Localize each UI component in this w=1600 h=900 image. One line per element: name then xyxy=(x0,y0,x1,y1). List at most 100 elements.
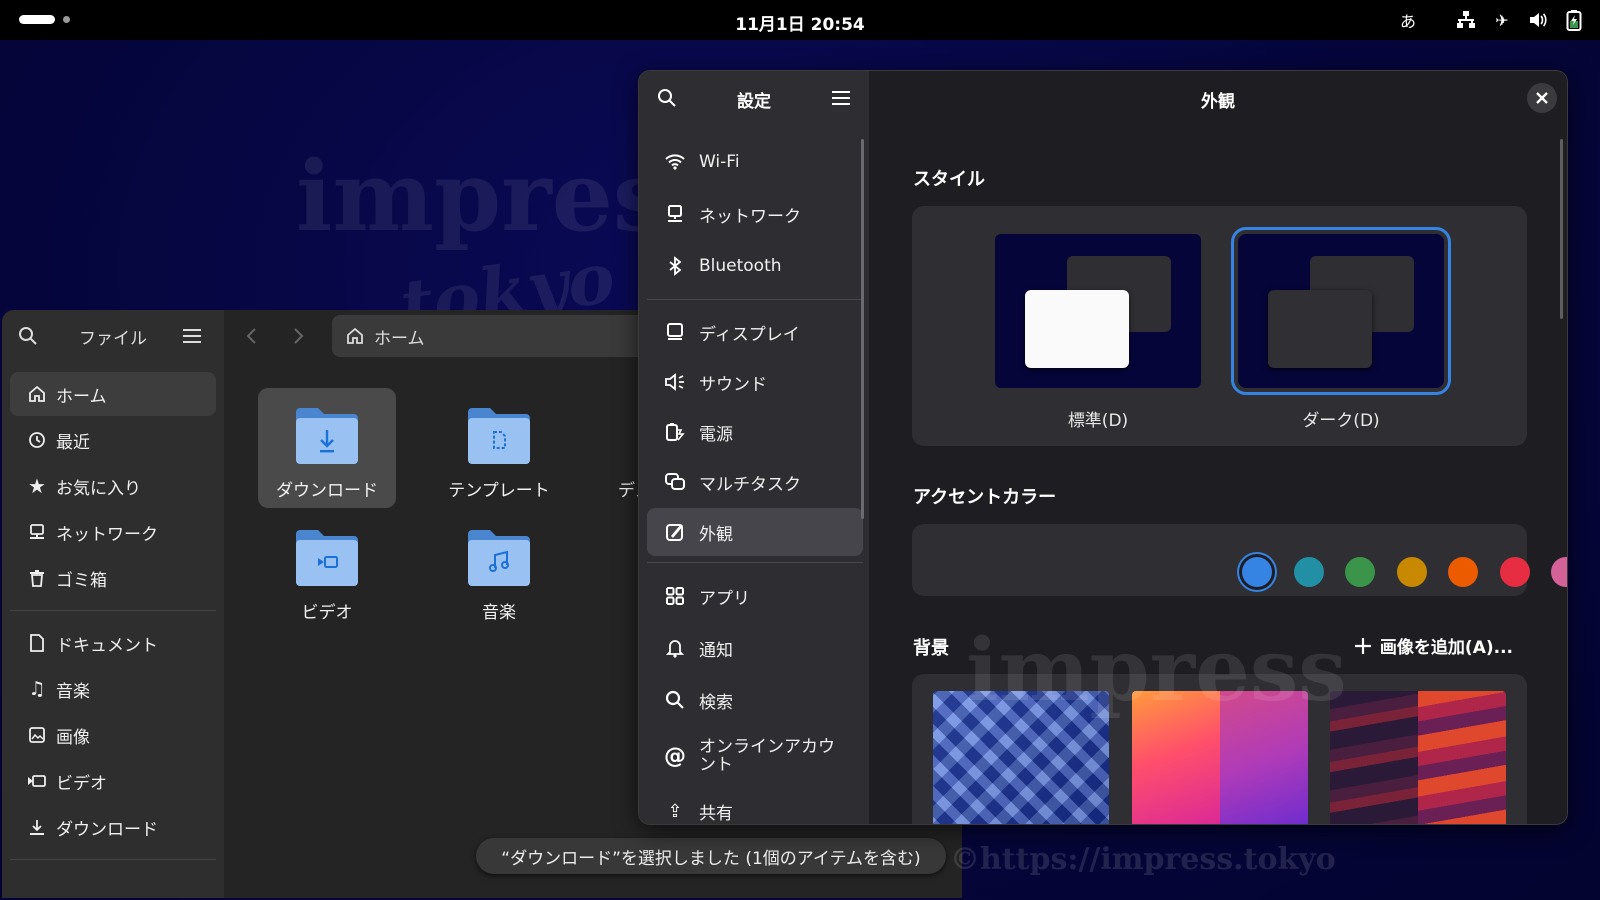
apps-icon xyxy=(663,584,687,608)
folder-label: ビデオ xyxy=(301,603,353,623)
settings-nav-sharing[interactable]: ⇪ 共有 xyxy=(647,787,863,824)
settings-nav-wifi[interactable]: Wi-Fi xyxy=(647,137,863,187)
multitask-icon xyxy=(663,470,687,494)
files-menu-button[interactable] xyxy=(178,322,206,350)
settings-nav-online-accounts[interactable]: @ オンラインアカウント xyxy=(647,727,863,785)
hamburger-menu-icon xyxy=(183,329,201,343)
files-sidebar-item-music[interactable]: ♫ 音楽 xyxy=(10,667,216,711)
folder-templates[interactable]: テンプレート xyxy=(430,388,568,508)
video-icon xyxy=(26,770,48,792)
settings-nav-sound[interactable]: サウンド xyxy=(647,358,863,406)
folder-music[interactable]: 音楽 xyxy=(430,514,568,634)
sound-icon xyxy=(663,370,687,394)
settings-nav-display[interactable]: ディスプレイ xyxy=(647,308,863,356)
volume-icon xyxy=(1526,8,1550,32)
nav-item-label: 電源 xyxy=(699,424,733,445)
settings-nav-search[interactable]: 検索 xyxy=(647,675,863,725)
nav-item-label: アプリ xyxy=(699,588,750,609)
path-bar-label: ホーム xyxy=(374,328,425,349)
document-icon xyxy=(26,632,48,654)
sidebar-scrollbar[interactable] xyxy=(861,139,864,519)
settings-sidebar: 設定 Wi-Fi ネットワーク Bluetooth ディスプレイ サウンド 電源… xyxy=(639,71,869,824)
input-method-indicator[interactable]: あ xyxy=(1396,8,1420,32)
wired-network-icon xyxy=(1454,8,1478,32)
sidebar-item-label: ダウンロード xyxy=(56,819,158,840)
template-folder-icon xyxy=(466,402,532,468)
sidebar-item-label: ビデオ xyxy=(56,773,107,794)
files-sidebar-item-starred[interactable]: ★ お気に入り xyxy=(10,464,216,508)
wallpaper-waves[interactable] xyxy=(1330,691,1506,824)
folder-label: テンプレート xyxy=(448,481,550,501)
accent-color-swatch[interactable] xyxy=(1345,557,1375,587)
settings-nav-power[interactable]: 電源 xyxy=(647,408,863,456)
accent-heading: アクセントカラー xyxy=(913,487,1057,508)
settings-nav-appearance[interactable]: 外観 xyxy=(647,508,863,556)
style-option-default[interactable] xyxy=(995,234,1201,388)
nav-item-label: サウンド xyxy=(699,374,767,395)
system-tray[interactable]: あ ✈ xyxy=(1396,8,1586,32)
accent-color-swatch[interactable] xyxy=(1499,557,1530,587)
airplane-mode-icon: ✈ xyxy=(1495,10,1509,30)
workspace-indicator-active[interactable] xyxy=(19,15,55,24)
files-sidebar-item-documents[interactable]: ドキュメント xyxy=(10,621,216,665)
sidebar-item-label: 音楽 xyxy=(56,681,90,702)
folder-downloads[interactable]: ダウンロード xyxy=(258,388,396,508)
add-image-button[interactable]: 画像を追加(A)... xyxy=(1354,633,1513,658)
nav-divider xyxy=(647,299,863,300)
add-image-label: 画像を追加(A)... xyxy=(1379,638,1513,658)
accent-color-swatch[interactable] xyxy=(1396,557,1427,587)
watermark-url: ©https://impress.tokyo xyxy=(950,842,1336,877)
preview-front-window xyxy=(1268,290,1372,368)
accent-color-swatch[interactable] xyxy=(1293,557,1324,587)
files-sidebar-item-network[interactable]: ネットワーク xyxy=(10,510,216,554)
close-button[interactable] xyxy=(1527,83,1557,113)
plus-icon xyxy=(1354,637,1371,654)
wifi-icon xyxy=(663,150,687,174)
appearance-header: 外観 xyxy=(869,71,1567,125)
files-sidebar-item-pictures[interactable]: 画像 xyxy=(10,713,216,757)
sidebar-item-label: ドキュメント xyxy=(56,635,158,656)
page-title: 外観 xyxy=(1201,92,1235,112)
style-card: 標準(D) ダーク(D) xyxy=(912,206,1527,446)
accent-color-swatch[interactable] xyxy=(1242,557,1272,587)
path-bar[interactable]: ホーム xyxy=(332,315,672,357)
download-icon xyxy=(26,816,48,838)
accent-color-swatch[interactable] xyxy=(1448,557,1478,587)
settings-sidebar-header: 設定 xyxy=(639,71,869,125)
music-icon: ♫ xyxy=(28,678,46,700)
nav-item-label: Wi-Fi xyxy=(699,152,740,172)
forward-button[interactable] xyxy=(284,322,312,350)
workspace-indicator-dot[interactable] xyxy=(63,16,70,23)
style-option-dark[interactable] xyxy=(1231,227,1451,395)
settings-nav-multitasking[interactable]: マルチタスク xyxy=(647,458,863,506)
network-icon xyxy=(26,521,48,543)
power-icon xyxy=(663,420,687,444)
nav-item-label: 通知 xyxy=(699,640,733,661)
at-icon: @ xyxy=(664,743,686,769)
settings-nav-apps[interactable]: アプリ xyxy=(647,571,863,621)
folder-label: 音楽 xyxy=(482,603,516,623)
files-sidebar-item-downloads[interactable]: ダウンロード xyxy=(10,805,216,849)
settings-nav-bluetooth[interactable]: Bluetooth xyxy=(647,241,863,291)
nav-item-label: 外観 xyxy=(699,524,733,545)
background-heading: 背景 xyxy=(913,638,949,659)
settings-nav-notifications[interactable]: 通知 xyxy=(647,623,863,673)
folder-videos[interactable]: ビデオ xyxy=(258,514,396,634)
star-icon: ★ xyxy=(28,474,46,498)
sidebar-divider xyxy=(10,859,216,860)
clock-icon xyxy=(26,429,48,451)
content-scrollbar[interactable] xyxy=(1560,139,1563,319)
accent-color-swatch[interactable] xyxy=(1551,557,1567,587)
files-sidebar-item-recent[interactable]: 最近 xyxy=(10,418,216,462)
files-sidebar-item-trash[interactable]: ゴミ箱 xyxy=(10,556,216,600)
clock[interactable]: 11月1日 20:54 xyxy=(0,10,1600,35)
selection-status-toast: “ダウンロード”を選択しました (1個のアイテムを含む) xyxy=(476,838,946,874)
settings-nav-network[interactable]: ネットワーク xyxy=(647,189,863,239)
files-sidebar-item-videos[interactable]: ビデオ xyxy=(10,759,216,803)
nav-item-label: 検索 xyxy=(699,692,733,713)
back-button[interactable] xyxy=(238,322,266,350)
sidebar-item-label: ネットワーク xyxy=(56,524,158,545)
files-sidebar-item-home[interactable]: ホーム xyxy=(10,372,216,416)
settings-menu-button[interactable] xyxy=(827,84,855,112)
bluetooth-icon xyxy=(663,254,687,278)
